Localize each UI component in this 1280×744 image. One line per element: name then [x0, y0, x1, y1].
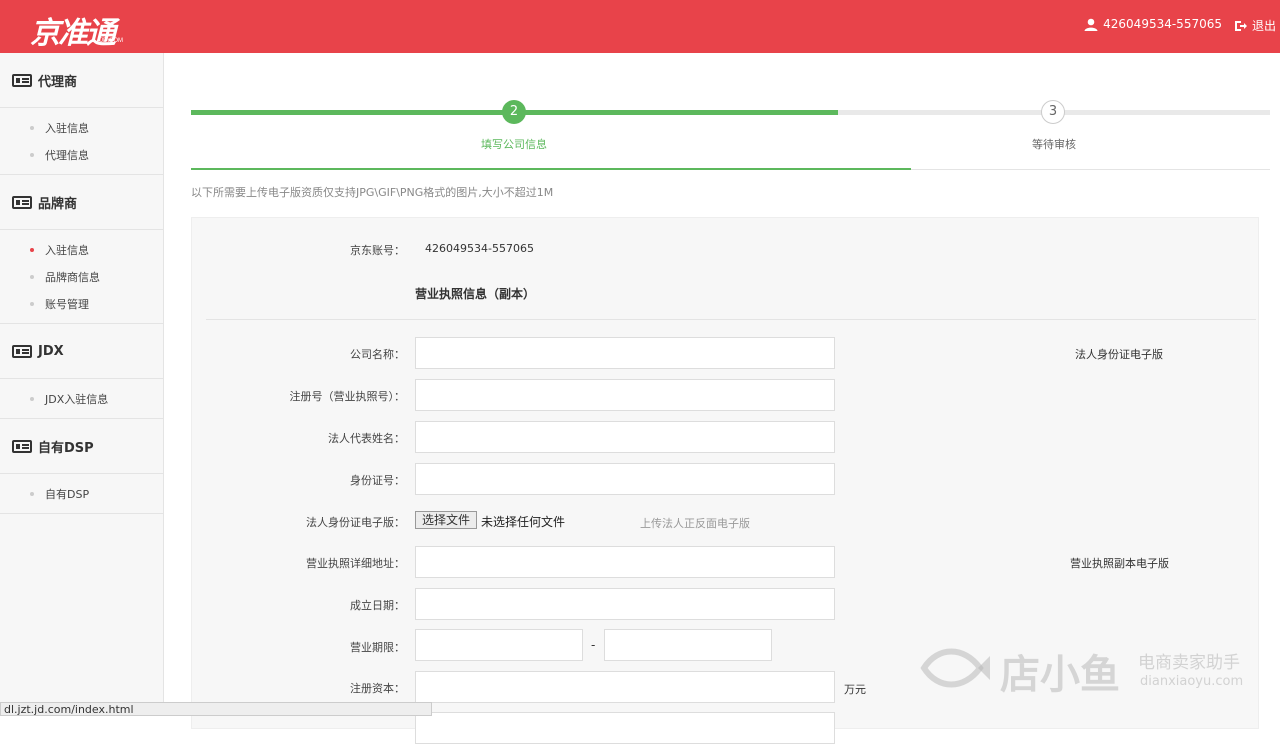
- next-field-input[interactable]: [415, 712, 835, 744]
- id-upload-hint: 上传法人正反面电子版: [640, 517, 750, 530]
- id-upload-label: 法人身份证电子版：: [306, 516, 405, 529]
- sidebar-section-brand[interactable]: 品牌商: [0, 175, 163, 230]
- sidebar-item-brand-join-info[interactable]: 入驻信息: [0, 236, 163, 263]
- sidebar-item-label: 品牌商信息: [45, 270, 100, 284]
- term-label: 营业期限：: [350, 641, 405, 654]
- sidebar-item-label: 入驻信息: [45, 243, 89, 257]
- progress-steps: 2 3 填写公司信息 等待审核: [191, 98, 1280, 178]
- step-underline-active: [191, 168, 911, 170]
- id-card-icon: [12, 73, 32, 87]
- brand-logo-sub: JD.COM: [100, 38, 123, 44]
- sidebar-item-agent-info[interactable]: 代理信息: [0, 141, 163, 168]
- bullet-icon: [30, 301, 34, 306]
- upload-format-tip: 以下所需要上传电子版资质仅支持JPG\GIF\PNG格式的图片,大小不超过1M: [191, 186, 554, 199]
- founded-date-input[interactable]: [415, 588, 835, 620]
- logout-icon: [1234, 20, 1247, 31]
- bullet-icon: [30, 274, 34, 279]
- account-value: 426049534-557065: [425, 242, 534, 255]
- sidebar-group-agent: 入驻信息 代理信息: [0, 108, 163, 175]
- id-card-note: 法人身份证电子版: [1075, 348, 1163, 361]
- id-no-input[interactable]: [415, 463, 835, 495]
- legal-rep-label: 法人代表姓名：: [328, 432, 405, 445]
- sidebar-section-agent[interactable]: 代理商: [0, 53, 163, 108]
- watermark-site: dianxiaoyu.com: [1140, 674, 1244, 689]
- step-3-label: 等待审核: [1032, 138, 1076, 151]
- section-title: 营业执照信息（副本）: [415, 287, 536, 301]
- bullet-icon: [30, 247, 34, 252]
- capital-unit: 万元: [844, 683, 866, 696]
- capital-input[interactable]: [415, 671, 835, 703]
- main-content: 2 3 填写公司信息 等待审核 以下所需要上传电子版资质仅支持JPG\GIF\P…: [164, 53, 1280, 744]
- term-separator: -: [591, 638, 596, 652]
- sidebar-group-jdx: JDX入驻信息: [0, 379, 163, 419]
- watermark-slogan: 电商卖家助手: [1138, 653, 1240, 673]
- sidebar-item-own-dsp[interactable]: 自有DSP: [0, 480, 163, 507]
- sidebar-group-own-dsp: 自有DSP: [0, 474, 163, 514]
- sidebar-item-jdx-join-info[interactable]: JDX入驻信息: [0, 385, 163, 412]
- address-input[interactable]: [415, 546, 835, 578]
- choose-file-button[interactable]: 选择文件: [415, 511, 478, 529]
- step-3-circle: 3: [1041, 100, 1065, 124]
- sidebar-section-title: 自有DSP: [38, 440, 94, 456]
- reg-no-label: 注册号（营业执照号）：: [289, 390, 406, 403]
- bullet-icon: [30, 396, 34, 401]
- top-bar: 京准通 JD.COM 426049534-557065 退出: [0, 0, 1280, 53]
- sidebar-item-account-management[interactable]: 账号管理: [0, 290, 163, 317]
- company-name-input[interactable]: [415, 337, 835, 369]
- step-2-label: 填写公司信息: [481, 138, 547, 151]
- sidebar-item-label: 账号管理: [45, 297, 89, 311]
- sidebar-section-title: 代理商: [38, 74, 78, 90]
- logout-button[interactable]: 退出: [1234, 17, 1276, 34]
- sidebar-section-own-dsp[interactable]: 自有DSP: [0, 419, 163, 474]
- account-label: 京东账号：: [350, 244, 405, 257]
- founded-label: 成立日期：: [350, 599, 405, 612]
- step-2-circle: 2: [502, 100, 526, 124]
- sidebar-item-label: 代理信息: [45, 148, 89, 162]
- step-underline: [911, 169, 1270, 170]
- id-no-label: 身份证号：: [350, 474, 405, 487]
- logout-label: 退出: [1251, 19, 1276, 33]
- address-label: 营业执照详细地址：: [306, 557, 405, 570]
- sidebar-group-brand: 入驻信息 品牌商信息 账号管理: [0, 230, 163, 324]
- sidebar-item-label: 入驻信息: [45, 121, 89, 135]
- company-name-label: 公司名称：: [350, 348, 405, 361]
- sidebar-item-label: 自有DSP: [45, 487, 90, 501]
- divider: [206, 319, 1256, 320]
- id-card-icon: [12, 344, 32, 358]
- term-start-input[interactable]: [415, 629, 583, 661]
- user-account[interactable]: 426049534-557065: [1084, 17, 1222, 31]
- watermark-name: 店小鱼: [1000, 652, 1120, 698]
- id-card-icon: [12, 439, 32, 453]
- sidebar-section-title: JDX: [38, 343, 64, 359]
- file-status: 未选择任何文件: [481, 515, 566, 529]
- sidebar-section-jdx[interactable]: JDX: [0, 324, 163, 379]
- id-card-icon: [12, 195, 32, 209]
- license-note: 营业执照副本电子版: [1070, 557, 1169, 570]
- browser-status-bar: dl.jzt.jd.com/index.html: [0, 702, 432, 716]
- bullet-icon: [30, 125, 34, 130]
- fish-logo-icon: [920, 648, 990, 688]
- sidebar-item-brand-info[interactable]: 品牌商信息: [0, 263, 163, 290]
- capital-label: 注册资本：: [350, 682, 405, 695]
- sidebar-item-agent-join-info[interactable]: 入驻信息: [0, 114, 163, 141]
- watermark: 店小鱼 电商卖家助手 dianxiaoyu.com: [920, 640, 1270, 700]
- reg-no-input[interactable]: [415, 379, 835, 411]
- bullet-icon: [30, 152, 34, 157]
- brand-logo[interactable]: 京准通: [30, 8, 116, 52]
- user-icon: [1084, 18, 1098, 31]
- legal-rep-input[interactable]: [415, 421, 835, 453]
- bullet-icon: [30, 491, 34, 496]
- sidebar: 代理商 入驻信息 代理信息 品牌商 入驻信息 品牌商信息 账号管理 JDX JD…: [0, 53, 164, 716]
- sidebar-section-title: 品牌商: [38, 196, 78, 212]
- term-end-input[interactable]: [604, 629, 772, 661]
- sidebar-item-label: JDX入驻信息: [45, 392, 109, 406]
- user-id: 426049534-557065: [1103, 17, 1222, 31]
